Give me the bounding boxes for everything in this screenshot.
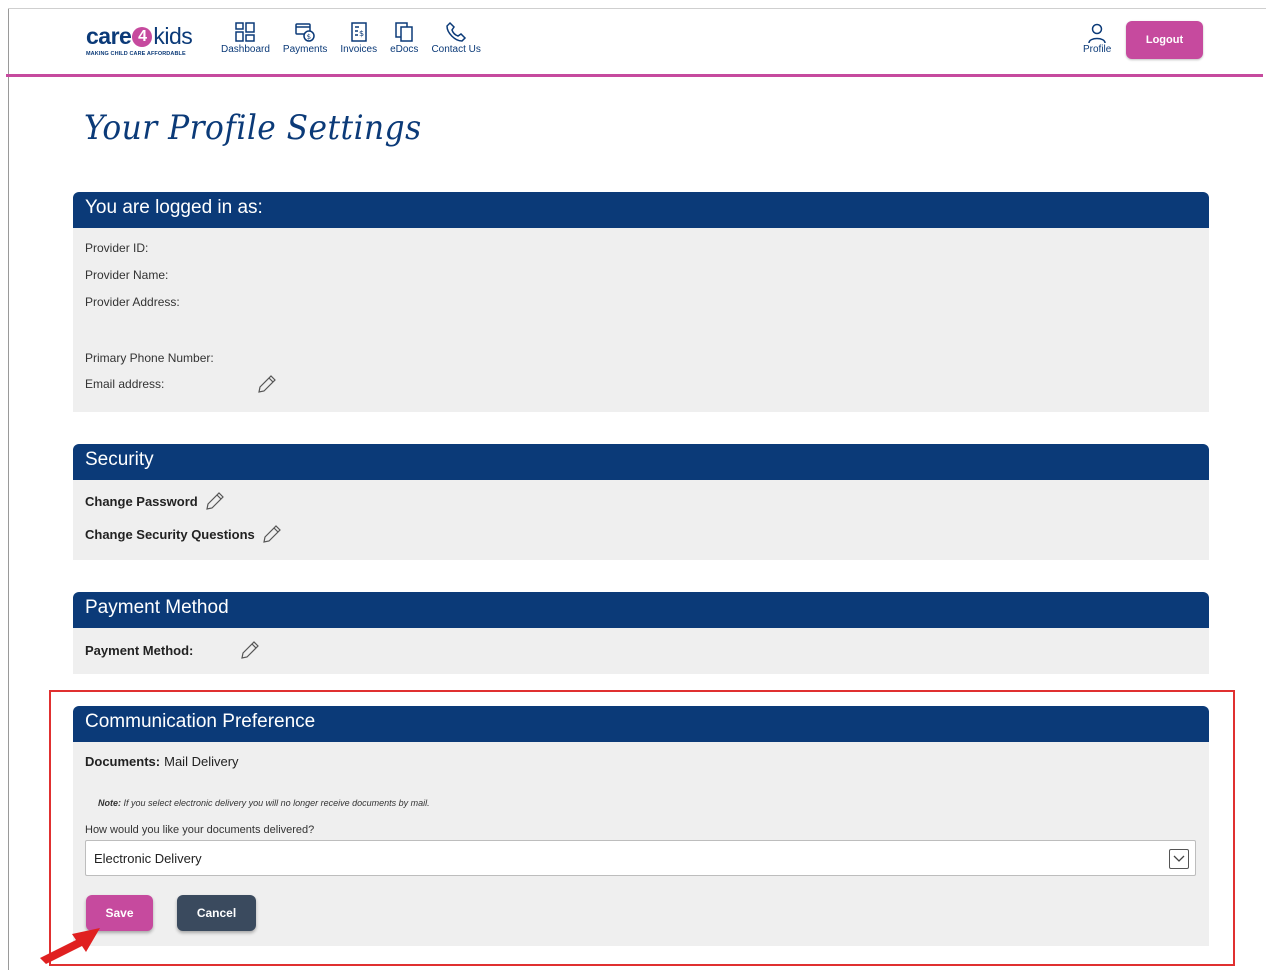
payment-method-section: Payment Method Payment Method: [73,592,1209,674]
payment-method-header: Payment Method [73,592,1209,628]
change-security-questions-link[interactable]: Change Security Questions [85,527,255,542]
edocs-icon [395,22,413,42]
logged-in-header: You are logged in as: [73,192,1209,228]
main-nav: Dashboard $ Payments $ Invoices eDocs Co… [221,21,494,55]
red-arrow-icon [40,928,100,964]
logo-tagline: MAKING CHILD CARE AFFORDABLE [86,51,186,57]
edit-email-pencil-icon[interactable] [256,373,278,395]
logo-care: care [86,23,132,49]
nav-label-invoices: Invoices [340,44,378,55]
window-frame-left [8,8,9,970]
nav-dashboard[interactable]: Dashboard [221,21,270,55]
provider-id-label: Provider ID: [85,241,149,255]
security-section: Security Change Password Change Security… [73,444,1209,560]
nav-label-payments: Payments [282,44,328,55]
phone-icon [446,21,467,42]
nav-label-edocs: eDocs [390,44,419,55]
edit-questions-pencil-icon[interactable] [261,523,283,545]
logged-in-section: You are logged in as: Provider ID: Provi… [73,192,1209,412]
edit-password-pencil-icon[interactable] [204,490,226,512]
nav-payments[interactable]: $ Payments [283,21,327,55]
payments-icon: $ [295,23,315,42]
phone-label: Primary Phone Number: [85,351,214,365]
email-row: Email address: [85,373,278,395]
nav-edocs[interactable]: eDocs [390,21,418,55]
change-password-link[interactable]: Change Password [85,494,198,509]
page-title: Your Profile Settings [84,108,422,148]
provider-address-label: Provider Address: [85,295,180,309]
change-questions-row[interactable]: Change Security Questions [85,523,283,545]
logo-kids: kids [153,23,193,49]
email-label: Email address: [85,377,165,391]
logo-four: 4 [132,26,153,47]
svg-text:$: $ [307,33,311,41]
dashboard-icon [235,22,256,42]
profile-link[interactable]: Profile [1083,22,1111,55]
site-header: care 4 kids MAKING CHILD CARE AFFORDABLE D… [9,9,1263,75]
nav-invoices[interactable]: $ Invoices [340,21,377,55]
profile-label: Profile [1083,44,1112,55]
svg-text:$: $ [359,29,364,38]
invoices-icon: $ [350,22,367,42]
edit-payment-pencil-icon[interactable] [239,639,261,661]
user-icon [1088,23,1106,44]
nav-label-dashboard: Dashboard [221,44,270,55]
care4kids-logo[interactable]: care 4 kids MAKING CHILD CARE AFFORDABLE [86,23,193,57]
change-password-row[interactable]: Change Password [85,490,226,512]
security-header: Security [73,444,1209,480]
highlight-annotation-box [49,690,1235,966]
provider-name-label: Provider Name: [85,268,169,282]
logout-button[interactable]: Logout [1126,21,1203,59]
payment-method-row: Payment Method: [85,639,261,661]
header-divider [6,74,1263,77]
nav-contact-us[interactable]: Contact Us [431,21,481,55]
payment-method-label: Payment Method: [85,642,194,658]
nav-label-contact-us: Contact Us [431,44,481,55]
